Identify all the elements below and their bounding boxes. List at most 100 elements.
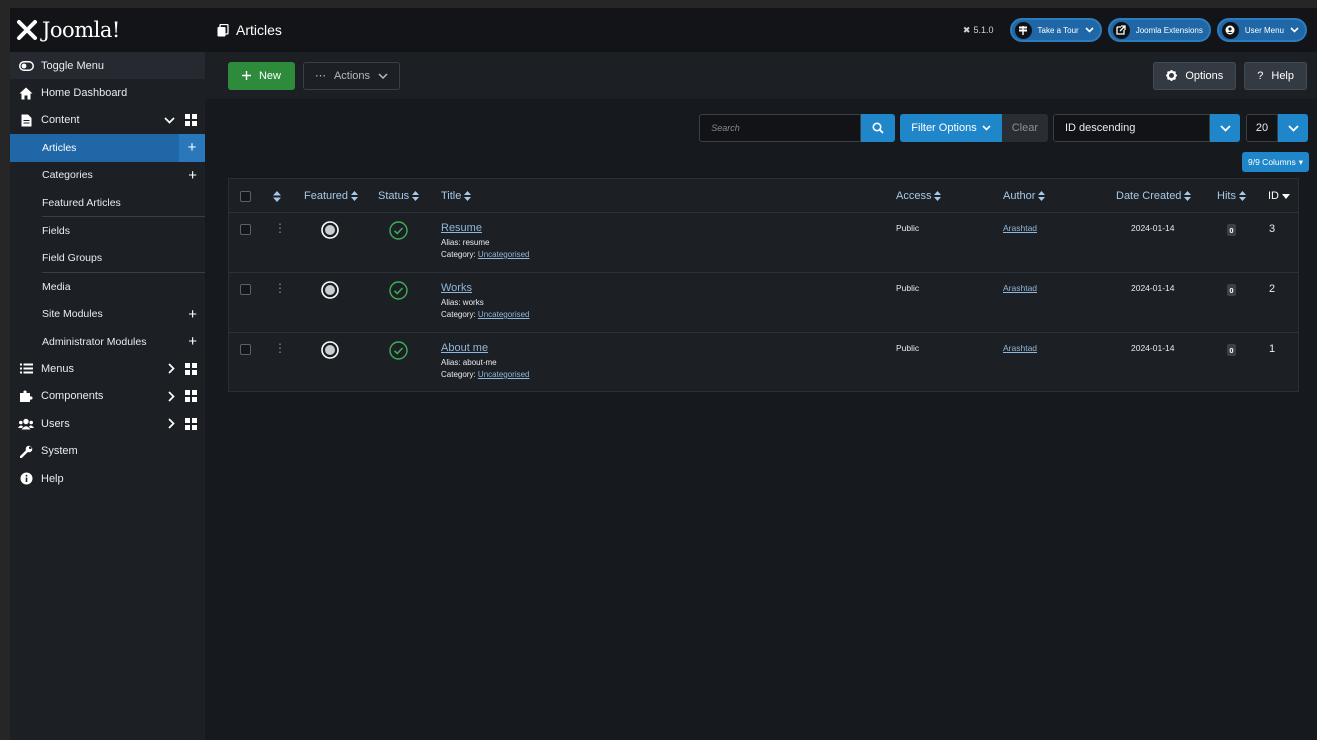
sidebar-item-label: Administrator Modules [42, 335, 147, 348]
article-title-link[interactable]: About me [441, 342, 530, 354]
chevron-down-icon[interactable] [164, 117, 175, 124]
sidebar-item-categories[interactable]: Categories + [10, 162, 205, 189]
title-cell: About me Alias: about-me Category: Uncat… [441, 342, 530, 379]
help-button[interactable]: ? Help [1244, 61, 1307, 90]
sidebar-item-label: Site Modules [42, 308, 103, 321]
author-link[interactable]: Arashtad [1003, 343, 1037, 353]
search-button[interactable] [861, 114, 896, 142]
chevron-right-icon[interactable] [168, 418, 175, 429]
drag-handle-icon[interactable]: ⋮ [274, 282, 286, 294]
category-link[interactable]: Uncategorised [478, 250, 530, 259]
new-button-label: New [258, 69, 281, 82]
category-link[interactable]: Uncategorised [478, 310, 530, 319]
add-admin-module-icon[interactable]: + [188, 334, 197, 349]
header-access[interactable]: Access [896, 179, 942, 213]
dashboard-grid-icon[interactable] [185, 390, 197, 403]
take-a-tour-button[interactable]: Take a Tour [1009, 18, 1102, 42]
search-input[interactable]: Search [699, 114, 862, 142]
id-cell: 2 [1269, 283, 1276, 295]
featured-circle-icon [321, 281, 339, 299]
drag-handle-icon[interactable]: ⋮ [274, 342, 286, 354]
take-a-tour-label: Take a Tour [1037, 25, 1079, 35]
header-hits[interactable]: Hits [1217, 179, 1246, 213]
sidebar-item-menus[interactable]: Menus [10, 355, 205, 382]
featured-toggle[interactable] [321, 221, 339, 244]
access-cell: Public [896, 343, 920, 353]
author-link[interactable]: Arashtad [1003, 283, 1037, 293]
author-link[interactable]: Arashtad [1003, 223, 1037, 233]
sidebar-item-label: System [41, 445, 78, 458]
dashboard-grid-icon[interactable] [185, 114, 197, 127]
sidebar-item-media[interactable]: Media [10, 273, 205, 300]
featured-toggle[interactable] [321, 281, 339, 304]
chevron-down-icon [1287, 124, 1299, 132]
app-window: Joomla! Articles ✖ 5.1.0 Take a Tour Joo… [10, 8, 1317, 740]
new-button[interactable]: New [228, 61, 295, 90]
home-icon [18, 85, 34, 101]
header-status[interactable]: Status [378, 179, 420, 213]
header-featured[interactable]: Featured [304, 179, 359, 213]
status-toggle[interactable] [389, 281, 408, 305]
row-checkbox[interactable] [240, 284, 251, 295]
sidebar-item-site-modules[interactable]: Site Modules + [10, 301, 205, 328]
header-author[interactable]: Author [1003, 179, 1046, 213]
article-alias: Alias: works [441, 298, 530, 307]
sidebar-item-featured-articles[interactable]: Featured Articles [10, 189, 205, 216]
list-limit-select[interactable]: 20 [1246, 114, 1278, 142]
list-limit-dropdown-toggle[interactable] [1278, 114, 1308, 142]
row-checkbox[interactable] [240, 224, 251, 235]
article-title-link[interactable]: Works [441, 282, 530, 294]
status-toggle[interactable] [389, 341, 408, 365]
sidebar-item-administrator-modules[interactable]: Administrator Modules + [10, 328, 205, 355]
article-alias: Alias: resume [441, 238, 530, 247]
sidebar-item-system[interactable]: System [10, 437, 205, 464]
drag-handle-icon[interactable]: ⋮ [274, 222, 286, 234]
sidebar-item-components[interactable]: Components [10, 383, 205, 410]
chevron-right-icon[interactable] [168, 391, 175, 402]
filter-options-button[interactable]: Filter Options [900, 114, 1002, 142]
status-toggle[interactable] [389, 221, 408, 245]
joomla-extensions-button[interactable]: Joomla Extensions [1107, 18, 1211, 42]
sidebar-item-field-groups[interactable]: Field Groups [10, 245, 205, 272]
ordering-dropdown-toggle[interactable] [1210, 114, 1240, 142]
sidebar-item-help[interactable]: Help [10, 465, 205, 492]
caret-down-icon: ▾ [1298, 156, 1303, 167]
options-button[interactable]: Options [1153, 61, 1237, 90]
chevron-down-icon [1290, 27, 1299, 33]
chevron-right-icon[interactable] [168, 363, 175, 375]
sidebar-item-users[interactable]: Users [10, 410, 205, 437]
dashboard-grid-icon[interactable] [185, 417, 197, 430]
article-title-link[interactable]: Resume [441, 222, 530, 234]
chevron-down-icon [1219, 124, 1231, 132]
clear-button[interactable]: Clear [1001, 114, 1048, 142]
sidebar-item-label: Articles [42, 141, 77, 154]
columns-button[interactable]: 9/9 Columns ▾ [1242, 152, 1309, 172]
header-date-created[interactable]: Date Created [1116, 179, 1192, 213]
dashboard-grid-icon[interactable] [185, 362, 197, 375]
select-all-checkbox[interactable] [240, 179, 251, 213]
header-title[interactable]: Title [441, 179, 472, 213]
user-menu-button[interactable]: User Menu [1216, 18, 1307, 42]
alias-label: Alias: [441, 358, 461, 367]
ordering-sort-icon[interactable] [273, 179, 281, 213]
add-site-module-icon[interactable]: + [188, 307, 197, 322]
alias-label: Alias: [441, 238, 461, 247]
row-checkbox[interactable] [240, 344, 251, 355]
toggle-menu-button[interactable]: Toggle Menu [10, 52, 205, 80]
sidebar-item-home-dashboard[interactable]: Home Dashboard [10, 79, 205, 106]
actions-button[interactable]: ⋯ Actions [303, 61, 400, 90]
ordering-select[interactable]: ID descending [1053, 114, 1210, 142]
article-category: Category: Uncategorised [441, 250, 530, 259]
add-category-icon[interactable]: + [188, 168, 197, 183]
joomla-logo[interactable]: Joomla! [10, 18, 205, 42]
version-text: 5.1.0 [973, 25, 994, 35]
sidebar-item-content[interactable]: Content [10, 107, 205, 134]
featured-toggle[interactable] [321, 341, 339, 364]
sidebar-item-articles[interactable]: Articles + [10, 134, 205, 162]
sidebar-item-fields[interactable]: Fields [10, 217, 205, 244]
header-id[interactable]: ID [1268, 179, 1290, 213]
add-article-icon[interactable]: + [179, 134, 205, 162]
category-link[interactable]: Uncategorised [478, 370, 530, 379]
puzzle-icon [18, 388, 34, 404]
sidebar-item-label: Components [41, 390, 104, 403]
